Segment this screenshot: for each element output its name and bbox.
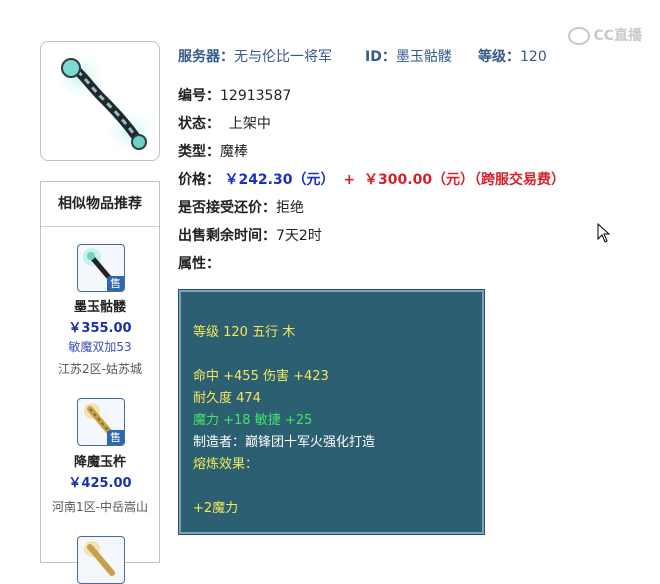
remaining-time-row: 出售剩余时间：7天2时 — [178, 226, 322, 246]
attributes-panel: 等级 120 五行 木 命中 +455 伤害 +423 耐久度 474 魔力 +… — [178, 289, 485, 535]
number-label: 编号： — [178, 88, 220, 104]
counter-offer-label: 是否接受还价： — [178, 200, 276, 216]
similar-item-thumb-3[interactable] — [77, 536, 125, 584]
similar-item-thumb-2[interactable]: 售 — [77, 398, 125, 446]
type-row: 类型：魔棒 — [178, 142, 248, 162]
id-info: ID：墨玉骷髅 — [365, 46, 452, 66]
status-value: 上架中 — [228, 116, 271, 132]
similar-item-thumb-1[interactable]: 售 — [77, 244, 125, 292]
sold-badge: 售 — [107, 430, 124, 445]
wand-icon — [55, 51, 159, 156]
counter-offer-row: 是否接受还价：拒绝 — [178, 198, 304, 218]
attr-maker: 制造者：巅锋团十军火强化打造 — [193, 435, 376, 450]
status-row: 状态： 上架中 — [178, 114, 271, 134]
attr-durability: 耐久度 474 — [193, 391, 261, 406]
status-label: 状态： — [178, 116, 220, 132]
watermark-logo-icon — [568, 27, 591, 45]
watermark-text: CC直播 — [593, 28, 642, 44]
attr-hit-damage: 命中 +455 伤害 +423 — [193, 369, 329, 384]
similar-items-panel: 相似物品推荐 售 墨玉骷髅 ￥355.00 敏魔双加53 江苏2区-姑苏城 售 … — [40, 181, 160, 584]
price-row: 价格： ￥242.30（元） + ￥300.00（元）（跨服交易费） — [178, 170, 565, 190]
number-value: 12913587 — [220, 88, 292, 104]
similar-item-price-1: ￥355.00 — [68, 321, 132, 336]
price-fee: ￥300.00（元）（跨服交易费） — [364, 172, 566, 188]
id-label: ID： — [365, 49, 396, 65]
remaining-time-label: 出售剩余时间： — [178, 228, 276, 244]
price-label: 价格： — [178, 172, 220, 188]
type-value: 魔棒 — [220, 144, 248, 160]
similar-item-location-2: 河南1区-中岳嵩山 — [52, 500, 148, 514]
similar-item-extra-1: 敏魔双加53 — [68, 340, 132, 354]
attributes-row: 属性： — [178, 254, 220, 274]
similar-item-name-1[interactable]: 墨玉骷髅 — [41, 296, 159, 315]
server-info: 服务器：无与伦比一将军 — [178, 46, 332, 66]
level-info: 等级：120 — [478, 46, 547, 66]
similar-item-price-2: ￥425.00 — [68, 476, 132, 491]
level-label: 等级： — [478, 49, 520, 65]
item-image — [40, 41, 160, 161]
attributes-label: 属性： — [178, 256, 220, 272]
type-label: 类型： — [178, 144, 220, 160]
attr-level-element: 等级 120 五行 木 — [193, 325, 296, 340]
attr-magic-agility: 魔力 +18 敏捷 +25 — [193, 413, 313, 428]
attr-smelt-label: 熔炼效果： — [193, 457, 259, 472]
attr-smelt-value: +2魔力 — [193, 501, 239, 516]
sold-badge: 售 — [107, 276, 124, 291]
server-value: 无与伦比一将军 — [234, 49, 332, 65]
price-main: ￥242.30（元） — [224, 172, 335, 188]
watermark: CC直播 — [568, 25, 642, 45]
level-value: 120 — [520, 49, 547, 65]
wand-icon — [84, 541, 115, 576]
mouse-cursor-icon — [597, 222, 611, 247]
counter-offer-value: 拒绝 — [276, 200, 304, 216]
number-row: 编号：12913587 — [178, 86, 291, 106]
similar-item-location-1: 江苏2区-姑苏城 — [58, 362, 142, 376]
remaining-time-value: 7天2时 — [276, 228, 322, 244]
similar-items-title: 相似物品推荐 — [41, 182, 159, 227]
similar-item-name-2[interactable]: 降魔玉杵 — [41, 451, 159, 470]
id-value: 墨玉骷髅 — [395, 49, 452, 65]
server-label: 服务器： — [178, 49, 234, 65]
price-plus: + — [343, 172, 356, 188]
